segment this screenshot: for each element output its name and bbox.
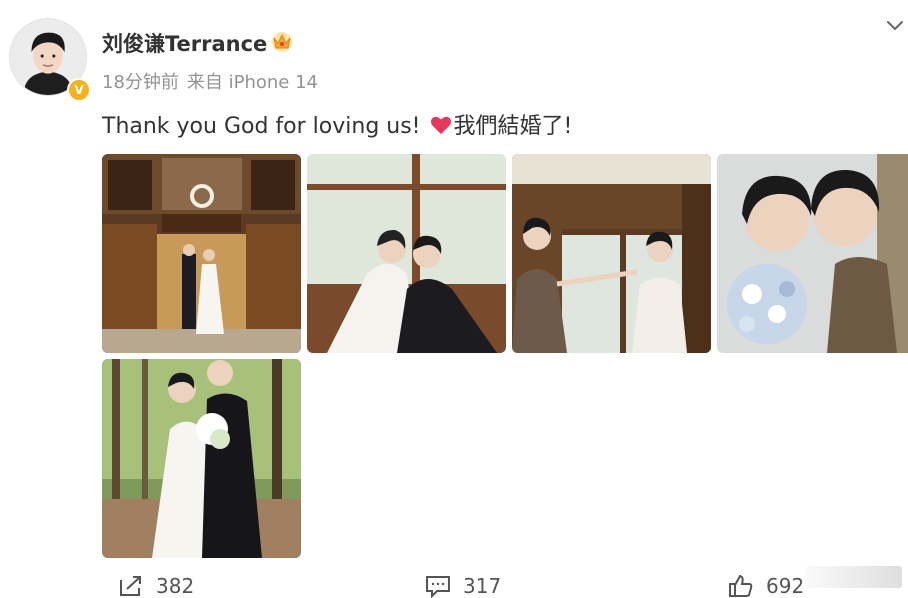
post-photo-1[interactable] bbox=[102, 154, 301, 353]
post-meta: 18分钟前 来自 iPhone 14 bbox=[102, 68, 326, 94]
post-photo-4[interactable] bbox=[717, 154, 908, 353]
post-text-english: Thank you God for loving us! bbox=[102, 114, 428, 139]
verified-badge: V bbox=[67, 78, 91, 102]
heart-icon bbox=[430, 116, 451, 135]
repost-count: 382 bbox=[156, 574, 195, 598]
comment-button[interactable]: 317 bbox=[425, 574, 501, 598]
thumbs-up-icon bbox=[729, 574, 753, 597]
chevron-down-icon[interactable] bbox=[884, 14, 906, 36]
post-photo-3[interactable] bbox=[512, 154, 711, 353]
avatar[interactable]: V bbox=[9, 18, 91, 102]
post-source[interactable]: 来自 iPhone 14 bbox=[187, 72, 318, 93]
post-text: Thank you God for loving us! 我們結婚了! bbox=[102, 108, 572, 140]
post-time[interactable]: 18分钟前 bbox=[102, 72, 179, 93]
post-photo-2[interactable] bbox=[307, 154, 506, 353]
repost-button[interactable]: 382 bbox=[118, 574, 194, 598]
share-icon bbox=[120, 576, 141, 596]
watermark-overlay bbox=[806, 566, 902, 588]
username[interactable]: 刘俊谦Terrance bbox=[102, 28, 267, 58]
comment-count: 317 bbox=[463, 574, 502, 598]
action-bar: 382 317 692 bbox=[0, 570, 908, 598]
crown-icon[interactable] bbox=[270, 30, 294, 52]
post-photo-5[interactable] bbox=[102, 359, 301, 558]
like-count: 692 bbox=[766, 574, 805, 598]
post-text-chinese: 我們結婚了! bbox=[453, 114, 573, 139]
like-button[interactable]: 692 bbox=[728, 574, 804, 598]
comment-icon bbox=[426, 576, 450, 598]
